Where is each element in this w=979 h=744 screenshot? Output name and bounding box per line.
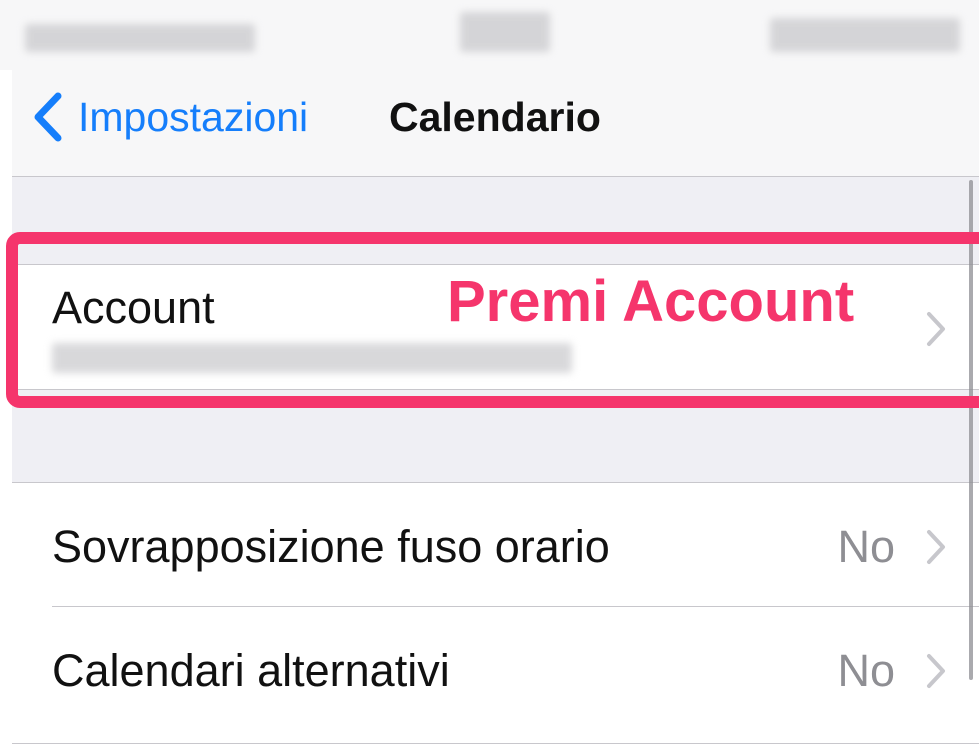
navigation-bar: Impostazioni Calendario — [12, 70, 979, 177]
timezone-override-value: No — [837, 521, 895, 572]
alternate-calendars-label: Calendari alternativi — [52, 645, 450, 696]
options-group: Sovrapposizione fuso orario No Calendari… — [12, 482, 979, 744]
annotation-label: Premi Account — [447, 269, 855, 334]
back-button-label: Impostazioni — [78, 93, 309, 140]
chevron-right-icon — [927, 654, 945, 688]
status-bar — [0, 0, 979, 70]
status-battery-blur — [770, 18, 960, 52]
alternate-calendars-value: No — [837, 645, 895, 696]
timezone-override-label: Sovrapposizione fuso orario — [52, 521, 610, 572]
timezone-override-row[interactable]: Sovrapposizione fuso orario No — [12, 483, 979, 607]
status-time-blur — [460, 12, 550, 52]
page-title: Calendario — [389, 94, 601, 140]
back-button[interactable]: Impostazioni — [32, 92, 308, 142]
alternate-calendars-row[interactable]: Calendari alternativi No — [12, 607, 979, 731]
chevron-right-icon — [927, 530, 945, 564]
chevron-left-icon — [34, 92, 62, 142]
status-carrier-blur — [25, 24, 255, 52]
